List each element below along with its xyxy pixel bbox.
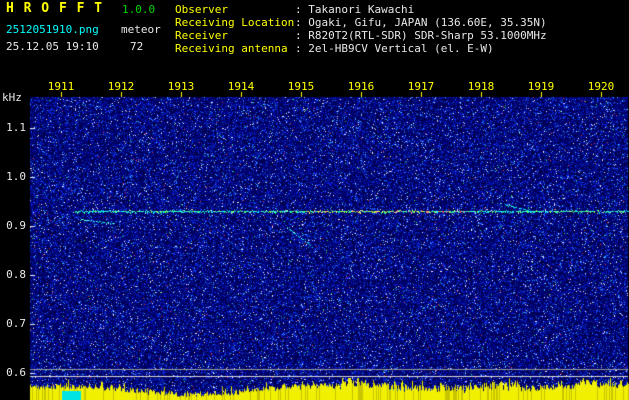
- time-axis: 1911 1912 1913 1914 1915 1916 1917 1918 1919 1920: [0, 81, 629, 95]
- freq-axis: 1.1 1.0 0.9 0.8 0.7 0.6: [0, 0, 28, 400]
- time-tick-label: 1911: [48, 81, 75, 93]
- info-row-antenna: Receiving antenna: 2el-HB9CV Vertical (e…: [175, 42, 547, 55]
- info-value: : Ogaki, Gifu, JAPAN (136.60E, 35.35N): [295, 16, 547, 29]
- info-row-location: Receiving Location: Ogaki, Gifu, JAPAN (…: [175, 16, 547, 29]
- info-value: : R820T2(RTL-SDR) SDR-Sharp 53.1000MHz: [295, 29, 547, 42]
- time-tick-label: 1913: [168, 81, 195, 93]
- info-value: : 2el-HB9CV Vertical (el. E-W): [295, 42, 494, 55]
- info-label: Receiving Location: [175, 16, 295, 29]
- freq-tick-label: 1.1: [6, 122, 26, 134]
- info-label: Observer: [175, 3, 295, 16]
- info-label: Receiving antenna: [175, 42, 295, 55]
- time-tick-label: 1920: [588, 81, 615, 93]
- echo-count: 72: [130, 40, 143, 53]
- header: H R O F F T 1.0.0 2512051910.png meteor …: [0, 0, 629, 70]
- time-tick-label: 1912: [108, 81, 135, 93]
- time-tick-label: 1918: [468, 81, 495, 93]
- time-tick-label: 1915: [288, 81, 315, 93]
- info-row-observer: Observer: Takanori Kawachi: [175, 3, 547, 16]
- info-row-receiver: Receiver: R820T2(RTL-SDR) SDR-Sharp 53.1…: [175, 29, 547, 42]
- station-info: Observer: Takanori Kawachi Receiving Loc…: [175, 3, 547, 55]
- freq-tick-label: 0.6: [6, 367, 26, 379]
- freq-tick-label: 0.9: [6, 220, 26, 232]
- info-value: : Takanori Kawachi: [295, 3, 414, 16]
- time-tick-label: 1914: [228, 81, 255, 93]
- freq-tick-label: 0.7: [6, 318, 26, 330]
- freq-tick-label: 0.8: [6, 269, 26, 281]
- time-tick-label: 1919: [528, 81, 555, 93]
- mode-label: meteor: [121, 23, 161, 36]
- time-tick-label: 1917: [408, 81, 435, 93]
- info-label: Receiver: [175, 29, 295, 42]
- app-version: 1.0.0: [122, 3, 155, 16]
- time-tick-label: 1916: [348, 81, 375, 93]
- hrofft-output: { "header": { "title": "H R O F F T", "v…: [0, 0, 629, 400]
- freq-tick-label: 1.0: [6, 171, 26, 183]
